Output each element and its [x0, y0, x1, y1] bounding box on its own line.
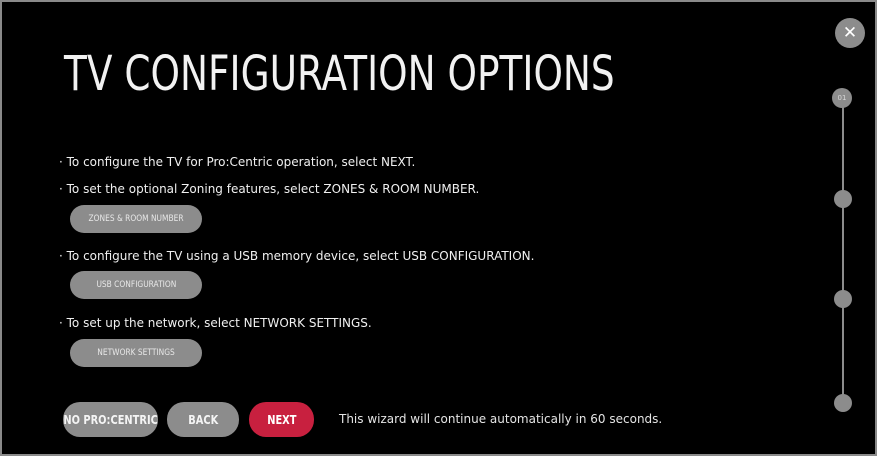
network-settings-button[interactable]: NETWORK SETTINGS [70, 339, 202, 367]
wizard-screen: TV CONFIGURATION OPTIONS ✕ · To configur… [0, 0, 877, 456]
instruction-next: · To configure the TV for Pro:Centric op… [59, 155, 416, 169]
next-label: NEXT [266, 412, 297, 427]
back-label: BACK [188, 412, 218, 427]
instruction-zones: · To set the optional Zoning features, s… [59, 182, 480, 196]
no-procentric-label: NO PRO:CENTRIC [63, 412, 158, 427]
step-indicator-current: 01 [832, 88, 852, 108]
zones-room-number-button[interactable]: ZONES & ROOM NUMBER [70, 205, 202, 233]
step-indicator [834, 190, 852, 208]
zones-room-number-label: ZONES & ROOM NUMBER [88, 214, 184, 224]
close-icon: ✕ [842, 23, 858, 43]
network-settings-label: NETWORK SETTINGS [97, 348, 175, 358]
usb-configuration-label: USB CONFIGURATION [96, 280, 176, 290]
step-indicator [834, 290, 852, 308]
usb-configuration-button[interactable]: USB CONFIGURATION [70, 271, 202, 299]
step-indicator [834, 394, 852, 412]
back-button[interactable]: BACK [167, 402, 239, 437]
step-progress-track [842, 98, 844, 404]
countdown-text: This wizard will continue automatically … [339, 412, 663, 426]
instruction-network: · To set up the network, select NETWORK … [59, 316, 372, 330]
close-button[interactable]: ✕ [835, 18, 865, 48]
no-procentric-button[interactable]: NO PRO:CENTRIC [63, 402, 158, 437]
page-title: TV CONFIGURATION OPTIONS [64, 46, 615, 102]
next-button[interactable]: NEXT [249, 402, 314, 437]
step-number: 01 [837, 94, 847, 102]
instruction-usb: · To configure the TV using a USB memory… [59, 249, 535, 263]
